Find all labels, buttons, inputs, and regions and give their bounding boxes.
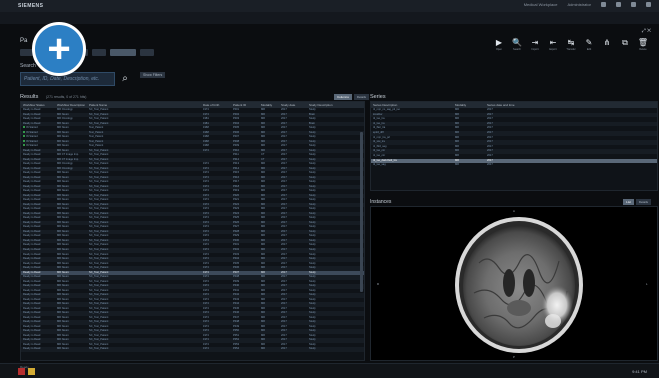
export-icon: ⇤ [549, 38, 557, 47]
search-icon[interactable]: ⌕ [118, 72, 132, 86]
cell-text: IN Started [26, 135, 38, 139]
table-cell: 1974 [203, 347, 209, 351]
filter-options: Show Filters [140, 72, 167, 80]
export-tool-button[interactable]: ⇤ Export [547, 38, 559, 51]
tool-label: Search [513, 48, 521, 51]
sub-bar [0, 12, 659, 24]
transfer-icon: ↹ [567, 38, 575, 47]
edit-icon: ✎ [585, 38, 593, 47]
cell-text: IN Started [26, 139, 38, 143]
results-control-button[interactable]: Columns [334, 94, 352, 100]
filter-button[interactable] [140, 49, 154, 56]
settings-icon[interactable] [616, 2, 621, 7]
series-table: Series Description Modality Series date an… [370, 101, 658, 191]
tool-label: Open [495, 48, 503, 51]
table-cell: Study [309, 347, 316, 351]
results-table: Workflow Status Workflow Description Patie… [20, 101, 365, 361]
status-dot-icon [23, 139, 25, 142]
results-count: (271 results, 0 of 271 hits) [46, 95, 87, 99]
results-view-controls: Columns Details [334, 94, 370, 100]
cell-text: IN Started [26, 130, 38, 134]
orientation-right: L [646, 282, 648, 286]
orientation-bottom: P [513, 355, 515, 359]
table-cell: MR Neuro [57, 347, 69, 351]
results-control-button[interactable]: Details [353, 94, 370, 100]
add-icon[interactable]: + [32, 22, 86, 76]
instances-view-controls: List Details [623, 199, 651, 205]
play-tool-button[interactable]: ▶ Open [493, 38, 505, 51]
search-icon: 🔍 [512, 38, 522, 47]
instances-control-button[interactable]: Details [635, 199, 651, 205]
split-icon: ⋔ [603, 38, 611, 47]
role-label[interactable]: Administrator [567, 2, 591, 7]
user-info: Medical Workplace [523, 2, 558, 7]
status-dot-icon [23, 130, 25, 133]
copy-tool-button[interactable]: ⧉ [619, 38, 631, 48]
instances-control-button[interactable]: List [623, 199, 634, 205]
instances-viewer[interactable]: R L A P [370, 206, 658, 361]
results-title: Results [20, 94, 39, 100]
status-dot-icon [23, 144, 25, 147]
tool-label: Delete [639, 48, 647, 51]
panel-control[interactable]: ⤢ ✕ [642, 28, 651, 34]
copy-icon: ⧉ [622, 38, 628, 47]
play-icon: ▶ [495, 38, 503, 47]
orientation-left: R [377, 282, 380, 286]
series-cell: MR [455, 163, 460, 167]
table-cell: Ready to Read [23, 347, 41, 351]
cell-text: IN Started [26, 126, 38, 130]
results-scrollbar[interactable] [360, 132, 363, 292]
title-bar: SIEMENS Medical Workplace Administrator [0, 0, 659, 12]
table-cell: P054 [233, 347, 240, 351]
search-tool-button[interactable]: 🔍 Search [511, 38, 523, 51]
clock: 9:41 PM [632, 369, 647, 374]
series-cell: 2017 [487, 163, 493, 167]
close-icon[interactable] [646, 2, 651, 7]
series-table-body: t1_mpr_ns_sag_p2_iso MR 2017 localizer MR 201… [371, 108, 657, 168]
series-row[interactable]: t2_tse_sag MR 2017 [371, 163, 657, 168]
minimize-icon[interactable] [631, 2, 636, 7]
series-cell: t2_tse_sag [373, 163, 386, 167]
table-cell: MR [261, 347, 266, 351]
transfer-tool-button[interactable]: ↹ Transfer [565, 38, 577, 51]
cell-text: IN Started [26, 144, 38, 148]
series-title: Series [370, 94, 386, 100]
split-tool-button[interactable]: ⋔ [601, 38, 613, 48]
delete-tool-button[interactable]: 🗑 Delete [637, 38, 649, 51]
main-toolbar: ▶ Open 🔍 Search ⇥ Import ⇤ Export ↹ Transfer ✎ Edit… [493, 38, 649, 51]
table-cell: SC_Test_Patient [89, 347, 109, 351]
tool-label: Transfer [566, 48, 576, 51]
filter-button[interactable] [110, 49, 136, 56]
table-cell: 2017 [281, 347, 287, 351]
table-row[interactable]: Ready to Read MR Neuro SC_Test_Patient 1974… [21, 347, 364, 352]
delete-icon: 🗑 [637, 38, 649, 47]
mri-brain-image [449, 213, 589, 355]
tool-label: Edit [586, 48, 592, 51]
vendor-logo: SIEMENS [18, 3, 44, 9]
show-filters-button[interactable]: Show Filters [140, 72, 166, 78]
tool-label: Export [549, 48, 557, 51]
status-dot-icon [23, 126, 25, 129]
taskbar-app-icon[interactable] [28, 368, 35, 375]
status-bar: Ready [0, 363, 659, 378]
instances-title: Instances [370, 199, 392, 205]
search-label: Search [20, 63, 36, 69]
patient-label: Pa [20, 38, 28, 44]
title-bar-actions: Medical Workplace Administrator [524, 2, 651, 7]
edit-tool-button[interactable]: ✎ Edit [583, 38, 595, 51]
import-tool-button[interactable]: ⇥ Import [529, 38, 541, 51]
start-icon[interactable] [18, 368, 25, 375]
tool-label: Import [531, 48, 539, 51]
filter-button[interactable] [92, 49, 106, 56]
status-dot-icon [23, 135, 25, 138]
results-table-body: Ready to Read MR Oncology SC_Test_Patient 1… [21, 108, 364, 352]
help-icon[interactable] [601, 2, 606, 7]
import-icon: ⇥ [531, 38, 539, 47]
